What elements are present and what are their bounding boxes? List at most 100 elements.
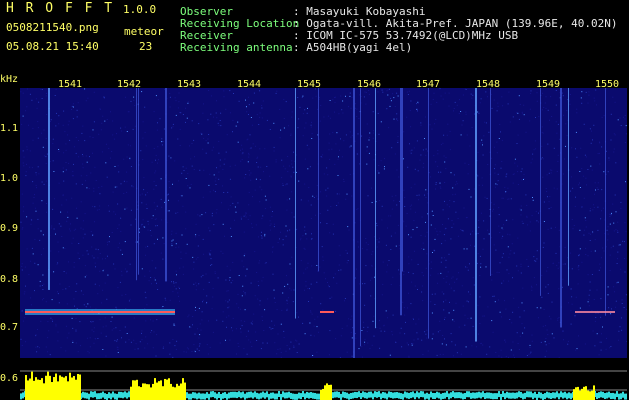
level-bar [53,377,55,400]
level-bar [79,374,81,400]
noise-floor-bar [332,392,334,399]
noise-floor-bar [384,392,386,399]
noise-floor-bar [198,392,200,399]
level-bar [67,381,69,400]
noise-floor-bar [550,393,552,400]
level-bar [29,378,31,400]
noise-floor-bar [278,391,280,398]
noise-floor-bar [202,393,204,400]
noise-floor-bar [90,391,92,398]
noise-floor-bar [342,391,344,398]
noise-floor-bar [240,392,242,399]
level-bar [27,380,29,400]
noise-floor-bar [608,391,610,398]
noise-floor-bar [382,391,384,398]
noise-floor-bar [308,392,310,399]
noise-floor-bar [302,391,304,398]
level-bar [164,378,166,400]
noise-floor-bar [438,392,440,399]
noise-floor-bar [530,391,532,398]
noise-floor-bar [424,393,426,400]
noise-floor-bar [220,393,222,400]
noise-floor-bar [394,392,396,399]
noise-floor-bar [598,392,600,399]
level-bar [31,371,33,400]
noise-floor-bar [624,393,626,400]
level-bar [144,383,146,400]
meteor-streak [318,88,319,272]
noise-floor-bar [246,392,248,399]
noise-floor-bar [544,393,546,400]
level-bar [326,383,328,400]
y-tick-1: 1.1 [0,123,19,134]
level-bar [55,373,57,400]
noise-floor-bar [362,391,364,398]
level-bar [45,375,47,400]
noise-floor-bar [496,393,498,400]
level-bar [156,382,158,400]
noise-floor-bar [444,392,446,399]
filename-label: 0508211540.png [6,21,99,34]
noise-floor-bar [186,392,188,399]
noise-floor-bar [224,392,226,399]
noise-floor-bar [86,392,88,399]
level-bar [587,390,589,400]
noise-floor-bar [364,392,366,399]
noise-floor-bar [206,392,208,399]
noise-floor-bar [418,392,420,399]
noise-floor-bar [452,391,454,398]
noise-floor-bar [448,393,450,400]
noise-floor-bar [238,391,240,398]
noise-floor-bar [94,391,96,398]
info-label-antenna: Receiving antenna [180,41,293,54]
noise-floor-bar [378,391,380,398]
noise-floor-bar [420,391,422,398]
noise-floor-bar [450,392,452,399]
noise-floor-bar [358,391,360,398]
noise-floor-bar [482,391,484,398]
noise-floor-bar [372,393,374,400]
noise-floor-bar [422,391,424,398]
noise-floor-bar [478,391,480,398]
noise-floor-bar [486,392,488,399]
noise-floor-bar [274,393,276,400]
noise-floor-bar [114,393,116,400]
noise-floor-bar [518,391,520,398]
noise-floor-bar [500,393,502,400]
noise-floor-bar [398,392,400,399]
noise-floor-bar [124,391,126,398]
noise-floor-bar [476,392,478,399]
noise-floor-bar [196,393,198,400]
y-tick-5: 0.7 [0,322,19,333]
level-bar [583,386,585,400]
level-bar [43,383,45,400]
noise-floor-bar [200,393,202,400]
level-bar [132,380,134,400]
level-bar [57,381,59,400]
noise-floor-bar [340,393,342,400]
noise-floor-bar [292,393,294,400]
noise-floor-bar [492,393,494,400]
signal-blip [575,311,615,313]
noise-floor-bar [430,391,432,398]
level-bar [591,390,593,400]
noise-floor-bar [366,392,368,399]
noise-floor-bar [540,392,542,399]
noise-floor-bar [112,391,114,398]
noise-floor-bar [400,393,402,400]
noise-floor-bar [386,393,388,400]
signal-blip [320,311,334,313]
level-bar [166,379,168,400]
noise-floor-bar [564,391,566,398]
unit-label: kHz [0,74,19,85]
noise-floor-bar [270,392,272,399]
noise-floor-bar [442,392,444,399]
noise-floor-bar [546,391,548,398]
noise-floor-bar [622,391,624,398]
noise-floor-bar [346,392,348,399]
noise-floor-bar [542,393,544,400]
noise-floor-bar [310,392,312,399]
noise-floor-bar [212,391,214,398]
level-bar [136,379,138,400]
noise-floor-bar [208,393,210,400]
